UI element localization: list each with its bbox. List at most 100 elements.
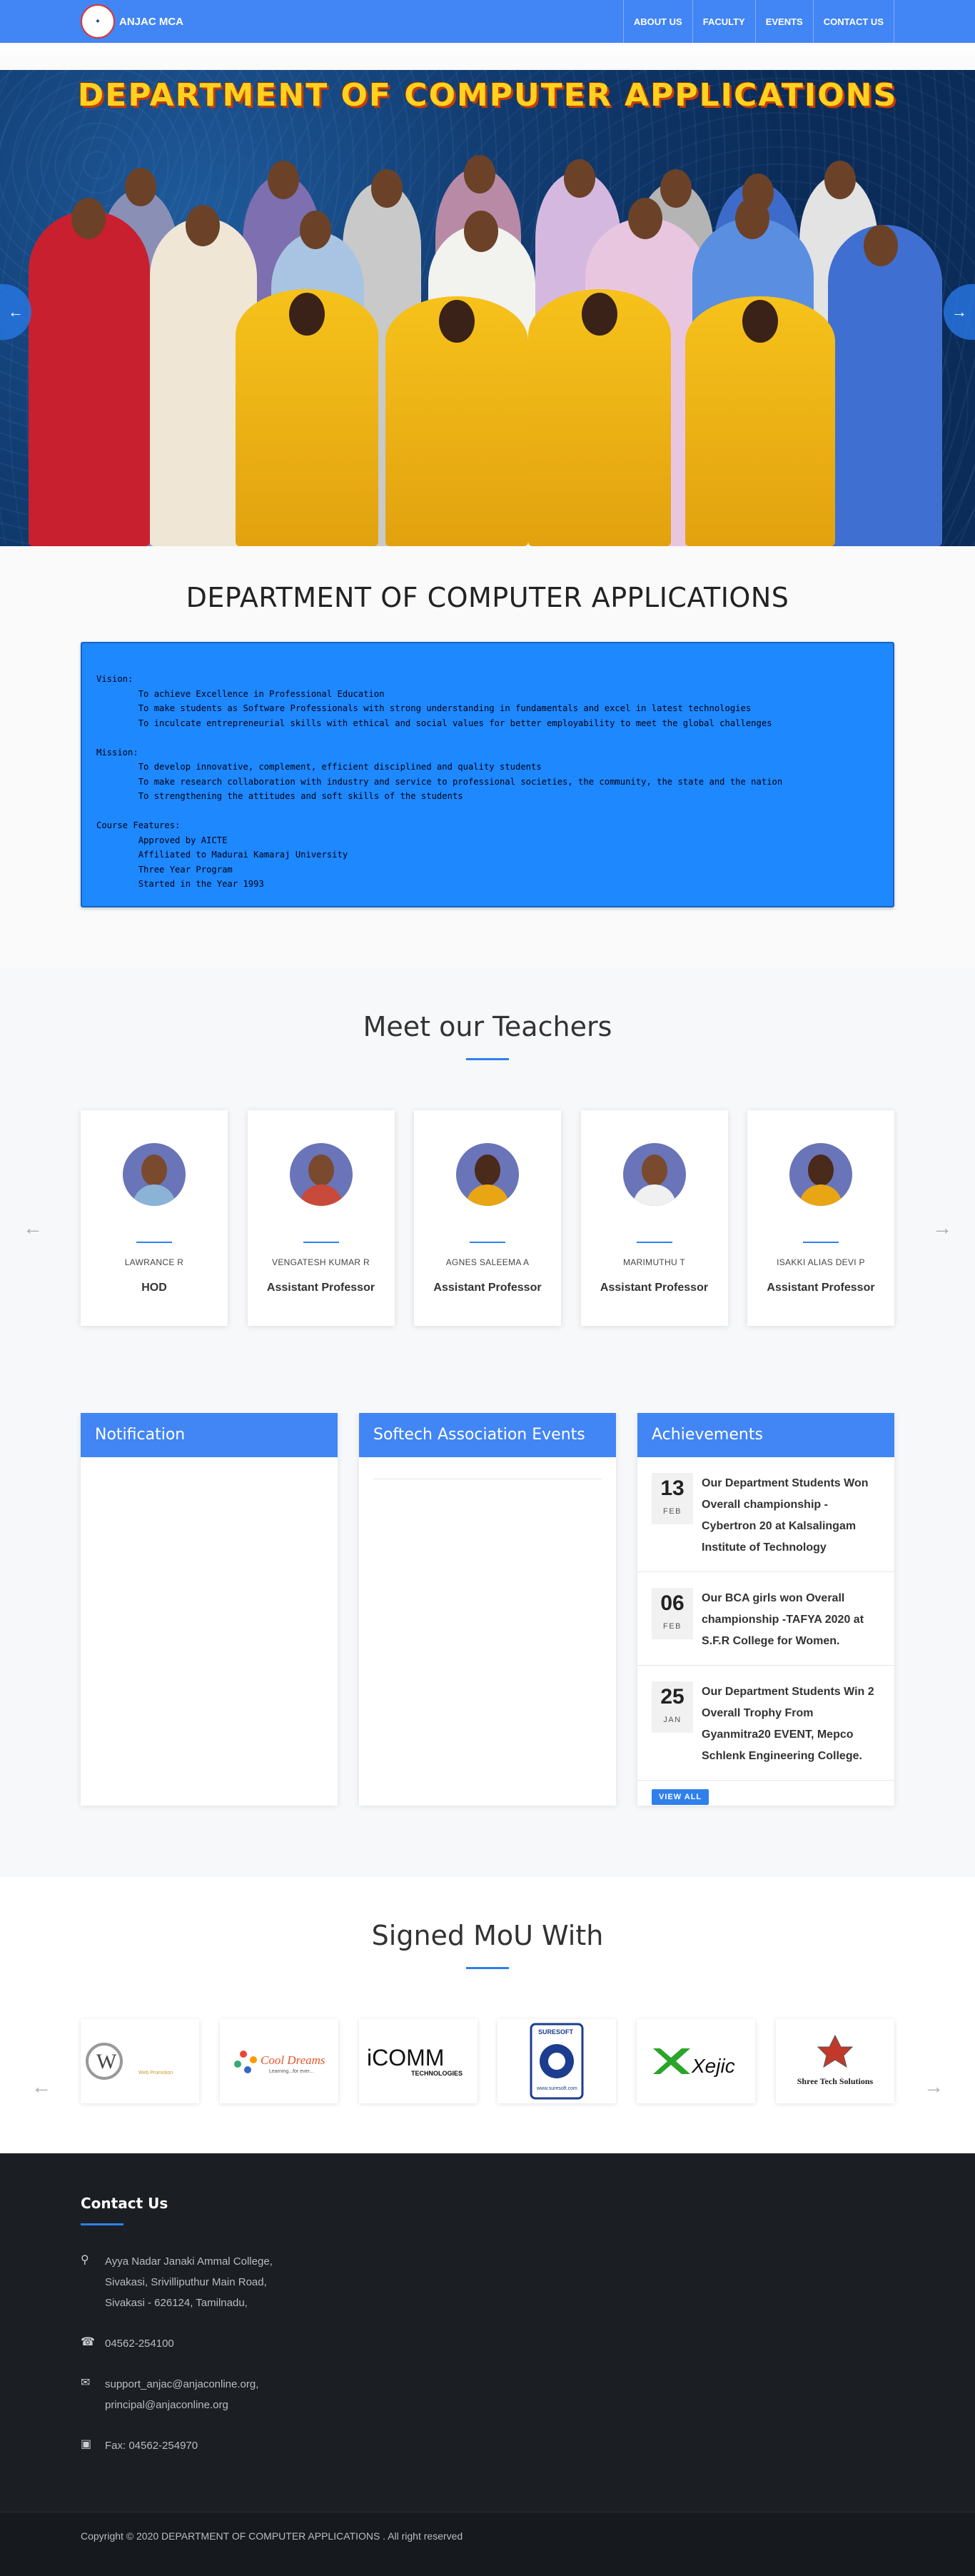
date-month: JAN [663, 1715, 682, 1724]
mou-title: Signed MoU With [371, 1919, 604, 1951]
achievement-link[interactable]: Our Department Students Won Overall cham… [702, 1473, 880, 1559]
contact-phone: ☎ 04562-254100 [81, 2333, 894, 2354]
date-month: FEB [663, 1506, 682, 1516]
avatar [789, 1142, 852, 1206]
navbar: ✦ ANJAC MCA ABOUT US FACULTY EVENTS CONT… [0, 0, 975, 43]
mou-logo-text: Xejic [691, 2055, 735, 2077]
teacher-name: AGNES SALEEMA A [445, 1257, 530, 1267]
mou-logo-card[interactable]: Xejic [637, 2018, 756, 2103]
footer-heading: Contact Us [81, 2194, 168, 2212]
teacher-card[interactable]: ISAKKI ALIAS DEVI P Assistant Professor [747, 1110, 894, 1326]
mou-section: Signed MoU With ← → W Web Promotion Cool… [0, 1876, 975, 2153]
college-logo: ✦ [81, 4, 115, 39]
date-day: 13 [660, 1476, 684, 1500]
nav-menu: ABOUT US FACULTY EVENTS CONTACT US [622, 0, 894, 43]
nav-contact-us[interactable]: CONTACT US [812, 0, 894, 43]
avatar-body [133, 1184, 176, 1206]
footer-inner: Contact Us ⚲ Ayya Nadar Janaki Ammal Col… [81, 2195, 894, 2456]
events-panel: Softech Association Events [359, 1412, 616, 1806]
photo-head [71, 198, 106, 239]
about-section: DEPARTMENT OF COMPUTER APPLICATIONS Visi… [0, 546, 975, 968]
avatar-face [141, 1154, 167, 1186]
list-item[interactable]: 25 JAN Our Department Students Win 2 Ove… [637, 1666, 894, 1781]
arrow-right-icon[interactable]: → [932, 1217, 952, 1239]
achievement-link[interactable]: Our Department Students Win 2 Overall Tr… [702, 1681, 880, 1767]
photo-head [864, 225, 898, 266]
about-title: DEPARTMENT OF COMPUTER APPLICATIONS [186, 582, 789, 613]
photo-head [300, 211, 331, 249]
nav-spacer [0, 43, 975, 70]
nav-about-us[interactable]: ABOUT US [622, 0, 692, 43]
brand-link[interactable]: ✦ ANJAC MCA [81, 4, 183, 39]
web-promotion-logo: W Web Promotion [86, 2042, 173, 2080]
list-item[interactable]: 06 FEB Our BCA girls won Overall champio… [637, 1572, 894, 1666]
footer: Contact Us ⚲ Ayya Nadar Janaki Ammal Col… [0, 2153, 975, 2512]
mou-logo-card[interactable]: Cool Dreams Learning...for ever... [219, 2018, 338, 2103]
icomm-logo: iCOMM TECHNOLOGIES [367, 2045, 463, 2077]
teacher-card[interactable]: VENGATESH KUMAR R Assistant Professor [247, 1110, 395, 1326]
list-item[interactable]: 13 FEB Our Department Students Won Overa… [637, 1457, 894, 1572]
email-text[interactable]: support_anjac@anjaconline.org, principal… [105, 2374, 319, 2415]
avatar-body [632, 1184, 676, 1206]
arrow-left-icon: ← [8, 303, 24, 321]
about-text: Vision: To achieve Excellence in Profess… [96, 674, 783, 889]
teacher-role: Assistant Professor [600, 1281, 709, 1294]
teacher-name: LAWRANCE R [124, 1257, 184, 1267]
title-underline [466, 1966, 509, 1969]
avatar-face [808, 1154, 834, 1186]
arrow-left-icon[interactable]: ← [23, 1217, 43, 1239]
arrow-left-icon[interactable]: ← [31, 2076, 51, 2098]
photo-person [828, 225, 942, 546]
mou-logo-card[interactable]: SURESOFT www.suresoft.com [497, 2018, 617, 2103]
teacher-card[interactable]: MARIMUTHU T Assistant Professor [580, 1110, 728, 1326]
photo-head [125, 168, 156, 206]
logo-mark: ✦ [94, 17, 101, 26]
teacher-name: VENGATESH KUMAR R [272, 1257, 370, 1267]
mou-carousel: W Web Promotion Cool Dreams Learning...f… [81, 2018, 894, 2103]
photo-person [29, 211, 150, 546]
teacher-role: Assistant Professor [767, 1281, 875, 1294]
copyright-text: Copyright © 2020 DEPARTMENT OF COMPUTER … [81, 2530, 463, 2542]
teacher-role: Assistant Professor [266, 1281, 375, 1294]
view-all-button[interactable]: VIEW ALL [652, 1788, 709, 1805]
teachers-title: Meet our Teachers [363, 1010, 612, 1042]
avatar [622, 1142, 686, 1206]
contact-address: ⚲ Ayya Nadar Janaki Ammal College, Sivak… [81, 2251, 894, 2313]
mou-logo-card[interactable]: iCOMM TECHNOLOGIES [358, 2018, 478, 2103]
copyright-bar: Copyright © 2020 DEPARTMENT OF COMPUTER … [0, 2511, 975, 2576]
photo-head [289, 293, 325, 336]
avatar [456, 1142, 519, 1206]
achievements-heading: Achievements [637, 1412, 894, 1457]
mou-logo-text: SURESOFT [538, 2028, 574, 2036]
mou-logo-card[interactable]: Shree Tech Solutions [775, 2018, 894, 2103]
card-divider [136, 1241, 172, 1243]
footer-underline [81, 2223, 123, 2225]
avatar-body [466, 1184, 509, 1206]
shree-tech-logo: Shree Tech Solutions [797, 2034, 874, 2086]
arrow-right-icon: → [951, 303, 967, 321]
date-month: FEB [663, 1621, 682, 1631]
photo-head [660, 169, 692, 208]
achievements-list: 13 FEB Our Department Students Won Overa… [637, 1457, 894, 1781]
cool-dreams-logo: Cool Dreams Learning...for ever... [233, 2050, 325, 2074]
mou-logo-tagline: Learning...for ever... [269, 2069, 313, 2074]
location-pin-icon: ⚲ [81, 2253, 89, 2266]
nav-events[interactable]: EVENTS [754, 0, 813, 43]
arrow-right-icon[interactable]: → [924, 2076, 944, 2098]
nav-faculty[interactable]: FACULTY [692, 0, 755, 43]
photo-head [582, 293, 617, 336]
phone-icon: ☎ [81, 2335, 95, 2348]
brand-name: ANJAC MCA [119, 15, 183, 28]
mou-logo-tagline: TECHNOLOGIES [411, 2070, 463, 2077]
mou-logo-card[interactable]: W Web Promotion [81, 2018, 199, 2103]
avatar [123, 1142, 186, 1206]
about-box: Vision: To achieve Excellence in Profess… [81, 642, 894, 907]
teacher-name: MARIMUTHU T [622, 1257, 686, 1267]
achievement-link[interactable]: Our BCA girls won Overall championship -… [702, 1588, 880, 1652]
teacher-card[interactable]: AGNES SALEEMA A Assistant Professor [414, 1110, 561, 1326]
news-panels: Notification Softech Association Events … [81, 1412, 894, 1806]
phone-text[interactable]: 04562-254100 [105, 2333, 174, 2354]
fax-icon: ▣ [81, 2437, 92, 2450]
teacher-card[interactable]: LAWRANCE R HOD [81, 1110, 228, 1326]
card-divider [636, 1241, 672, 1243]
